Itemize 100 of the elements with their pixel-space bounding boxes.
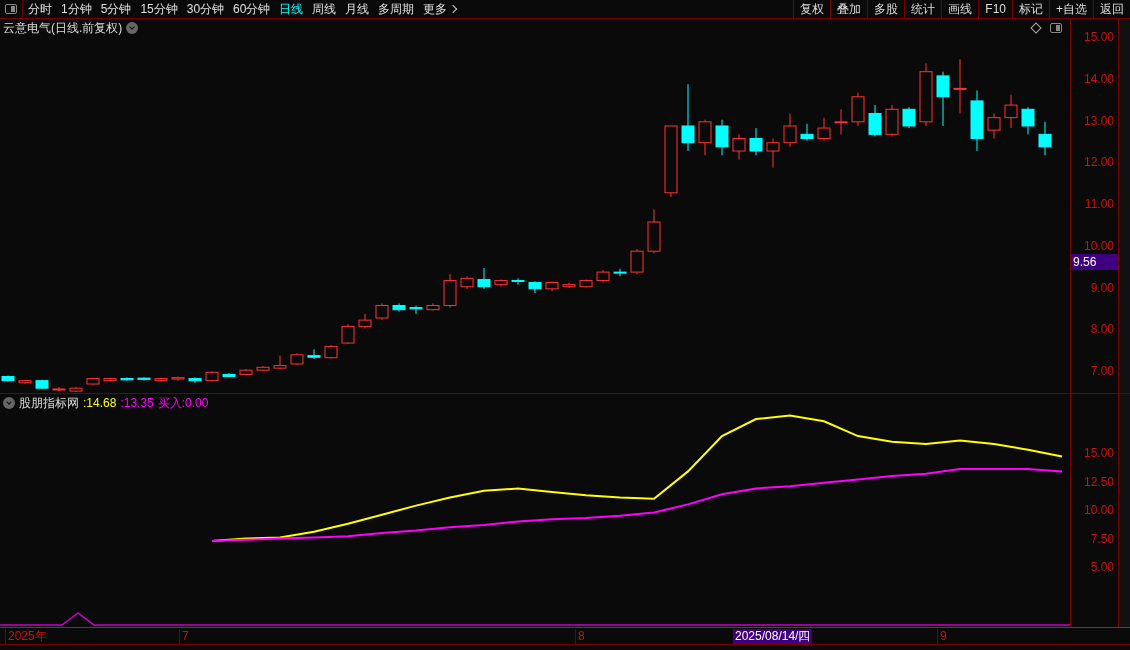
candlestick bbox=[953, 58, 967, 114]
candlestick bbox=[460, 275, 474, 290]
candlestick bbox=[715, 119, 729, 156]
candlestick bbox=[919, 62, 933, 127]
candlestick bbox=[426, 302, 440, 311]
candlestick bbox=[817, 117, 831, 142]
candlestick bbox=[528, 280, 542, 294]
candlestick bbox=[256, 365, 270, 372]
toolbar-button[interactable]: 返回 bbox=[1093, 0, 1130, 18]
candlestick bbox=[579, 279, 593, 289]
candlestick bbox=[392, 302, 406, 313]
price-axis-label: 12.00 bbox=[1083, 156, 1114, 169]
period-tab[interactable]: 周线 bbox=[312, 0, 337, 18]
indicator-value: :14.68 bbox=[83, 394, 117, 412]
candlestick bbox=[69, 386, 83, 393]
candlestick bbox=[562, 282, 576, 289]
candlestick bbox=[239, 368, 253, 376]
indicator-value: 买入:0.00 bbox=[157, 394, 209, 412]
date-axis-label: 2025年 bbox=[5, 629, 47, 644]
price-axis-label: 13.00 bbox=[1083, 114, 1114, 127]
toolbar-button[interactable]: +自选 bbox=[1049, 0, 1093, 18]
candlestick bbox=[137, 376, 151, 382]
period-tab[interactable]: 15分钟 bbox=[140, 0, 178, 18]
period-tab[interactable]: 多周期 bbox=[378, 0, 415, 18]
candlestick bbox=[494, 279, 508, 288]
candlestick bbox=[1038, 121, 1052, 156]
candlestick bbox=[222, 372, 236, 378]
date-axis-label: 8 bbox=[575, 629, 585, 644]
period-tab[interactable]: 月线 bbox=[345, 0, 370, 18]
indicator-name: 股朋指标网 bbox=[19, 394, 79, 412]
candlestick bbox=[443, 273, 457, 309]
period-tab[interactable]: 1分钟 bbox=[61, 0, 92, 18]
candlestick bbox=[205, 370, 219, 382]
chevron-down-icon[interactable] bbox=[3, 396, 15, 409]
candlestick bbox=[171, 376, 185, 382]
candlestick bbox=[35, 379, 49, 390]
toolbar-button[interactable]: 画线 bbox=[941, 0, 979, 18]
toolbar-button[interactable]: 统计 bbox=[904, 0, 942, 18]
candlestick bbox=[681, 83, 695, 152]
candlestick bbox=[290, 353, 304, 366]
candlestick bbox=[18, 379, 32, 385]
candlestick bbox=[324, 344, 338, 359]
price-axis-label: 15.00 bbox=[1083, 31, 1114, 43]
period-tab[interactable]: 更多 bbox=[423, 0, 457, 18]
candlestick bbox=[783, 112, 797, 148]
date-axis-label: 9 bbox=[937, 629, 947, 644]
candlestick bbox=[732, 133, 746, 160]
cursor-date-badge: 2025/08/14/四 bbox=[733, 629, 813, 644]
candlestick bbox=[800, 123, 814, 142]
indicator-axis-label: 7.50 bbox=[1090, 532, 1114, 545]
period-tab[interactable]: 60分钟 bbox=[233, 0, 271, 18]
candlestick bbox=[868, 104, 882, 137]
candlestick bbox=[52, 386, 66, 392]
candlestick bbox=[1021, 106, 1035, 135]
toolbar-button[interactable]: 多股 bbox=[867, 0, 905, 18]
price-axis-label: 9.00 bbox=[1090, 281, 1114, 294]
candlestick bbox=[596, 269, 610, 284]
candlestick bbox=[409, 305, 423, 315]
candlestick bbox=[698, 119, 712, 156]
price-axis-label: 7.00 bbox=[1090, 365, 1114, 377]
toolbar-button[interactable]: F10 bbox=[978, 0, 1012, 18]
candlestick bbox=[647, 209, 661, 254]
price-axis-label: 10.00 bbox=[1083, 239, 1114, 252]
candlestick bbox=[188, 376, 202, 384]
panel-toggle-icon[interactable] bbox=[1050, 23, 1062, 33]
candlestick bbox=[1, 375, 15, 382]
candlestick bbox=[341, 323, 355, 345]
candlestick bbox=[834, 108, 848, 135]
toolbar-button[interactable]: 标记 bbox=[1012, 0, 1049, 18]
price-axis-label: 14.00 bbox=[1083, 72, 1114, 85]
candlestick bbox=[358, 313, 372, 329]
candlestick bbox=[120, 376, 134, 382]
period-tab[interactable]: 分时 bbox=[28, 0, 52, 18]
candlestick bbox=[273, 355, 287, 370]
candlestick bbox=[749, 127, 763, 156]
chevron-down-icon[interactable] bbox=[126, 22, 139, 34]
candlestick bbox=[630, 248, 644, 275]
candlestick bbox=[902, 106, 916, 129]
candlestick bbox=[103, 377, 117, 382]
candlestick bbox=[970, 90, 984, 152]
period-tab[interactable]: 30分钟 bbox=[186, 0, 225, 18]
candlestick bbox=[307, 348, 321, 360]
candlestick bbox=[613, 268, 627, 277]
toolbar-button[interactable]: 叠加 bbox=[830, 0, 868, 18]
period-tab[interactable]: 日线 bbox=[279, 0, 304, 18]
candlestick bbox=[154, 377, 168, 382]
price-axis-label: 11.00 bbox=[1084, 198, 1114, 210]
candlestick bbox=[936, 71, 950, 127]
indicator-axis-label: 5.00 bbox=[1090, 561, 1114, 574]
price-axis-label: 8.00 bbox=[1090, 323, 1114, 336]
candlestick bbox=[477, 267, 491, 290]
candlestick bbox=[851, 92, 865, 127]
toolbar-button[interactable]: 复权 bbox=[793, 0, 831, 18]
period-tab[interactable]: 5分钟 bbox=[100, 0, 132, 18]
indicator-value: :13.35 bbox=[120, 394, 154, 412]
candlestick bbox=[511, 277, 525, 286]
panel-toggle-icon bbox=[5, 4, 17, 14]
chart-title: 云意电气(日线.前复权) bbox=[3, 20, 123, 37]
indicator-axis-label: 15.00 bbox=[1083, 447, 1114, 460]
candlestick bbox=[86, 377, 100, 386]
